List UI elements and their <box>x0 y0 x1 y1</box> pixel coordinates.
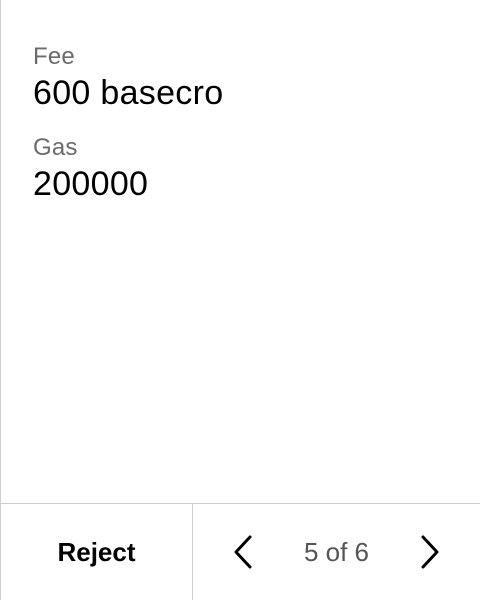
next-page-button[interactable] <box>410 532 450 572</box>
transaction-review-screen: Fee 600 basecro Gas 200000 Reject 5 of 6 <box>0 0 480 600</box>
fee-field: Fee 600 basecro <box>33 42 460 114</box>
transaction-details: Fee 600 basecro Gas 200000 <box>33 42 460 224</box>
gas-value: 200000 <box>33 165 149 203</box>
page-navigator: 5 of 6 <box>193 504 480 600</box>
gas-field: Gas 200000 <box>33 133 460 205</box>
chevron-right-icon <box>421 535 439 569</box>
action-footer: Reject 5 of 6 <box>1 503 480 600</box>
gas-label: Gas <box>33 134 78 161</box>
reject-button[interactable]: Reject <box>1 504 193 600</box>
fee-value: 600 basecro <box>33 74 224 112</box>
fee-label: Fee <box>33 43 75 70</box>
